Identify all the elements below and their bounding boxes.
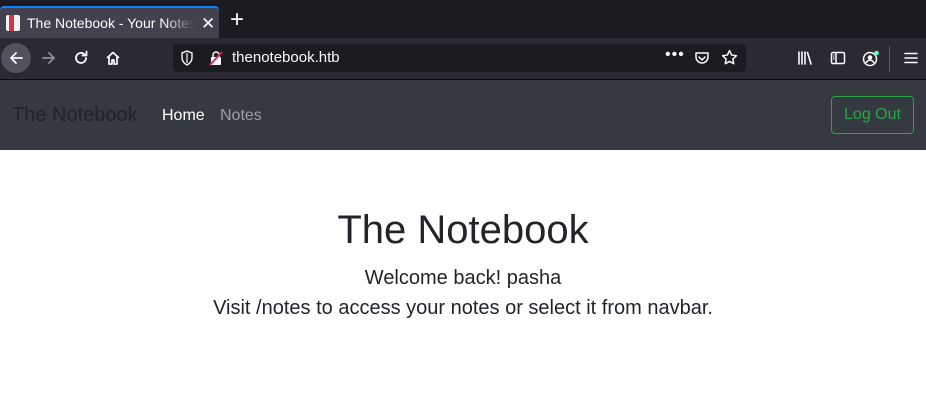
nav-link-notes[interactable]: Notes bbox=[220, 107, 262, 125]
page-title: The Notebook bbox=[337, 208, 589, 252]
site-navbar: The Notebook Home Notes Log Out bbox=[0, 80, 926, 150]
back-button[interactable] bbox=[1, 43, 31, 73]
tab-strip: The Notebook - Your Notes ✕ + bbox=[0, 0, 926, 38]
close-tab-icon[interactable]: ✕ bbox=[201, 15, 215, 32]
arrow-left-icon bbox=[10, 52, 23, 64]
address-bar[interactable]: thenotebook.htb ••• bbox=[173, 44, 746, 72]
info-message: Visit /notes to access your notes or sel… bbox=[213, 297, 713, 319]
pocket-icon[interactable] bbox=[694, 50, 710, 66]
shield-icon[interactable] bbox=[180, 50, 194, 66]
navbar-brand[interactable]: The Notebook bbox=[12, 104, 138, 127]
bookmark-star-icon[interactable] bbox=[721, 49, 738, 66]
reload-icon bbox=[75, 50, 88, 64]
toolbar-divider bbox=[889, 46, 890, 72]
tab-title: The Notebook - Your Notes bbox=[27, 15, 195, 31]
forward-button[interactable] bbox=[34, 43, 64, 73]
browser-toolbar: thenotebook.htb ••• bbox=[0, 38, 926, 80]
reload-button[interactable] bbox=[66, 43, 96, 73]
arrow-right-icon bbox=[42, 52, 55, 64]
sidebar-icon[interactable] bbox=[830, 50, 846, 66]
nav-link-home[interactable]: Home bbox=[162, 107, 205, 125]
home-icon bbox=[106, 51, 120, 65]
logout-button[interactable]: Log Out bbox=[831, 96, 914, 134]
account-icon[interactable] bbox=[862, 50, 880, 67]
browser-tab[interactable]: The Notebook - Your Notes ✕ bbox=[0, 6, 219, 38]
welcome-message: Welcome back! pasha bbox=[364, 267, 562, 289]
site-favicon-icon bbox=[6, 15, 20, 31]
home-button[interactable] bbox=[98, 43, 128, 73]
page-actions-icon[interactable]: ••• bbox=[665, 46, 685, 64]
new-tab-button[interactable]: + bbox=[226, 8, 248, 33]
library-icon[interactable] bbox=[797, 50, 814, 66]
url-text[interactable]: thenotebook.htb bbox=[232, 49, 340, 66]
insecure-lock-icon[interactable] bbox=[209, 50, 223, 66]
hamburger-menu-icon[interactable] bbox=[903, 50, 919, 66]
